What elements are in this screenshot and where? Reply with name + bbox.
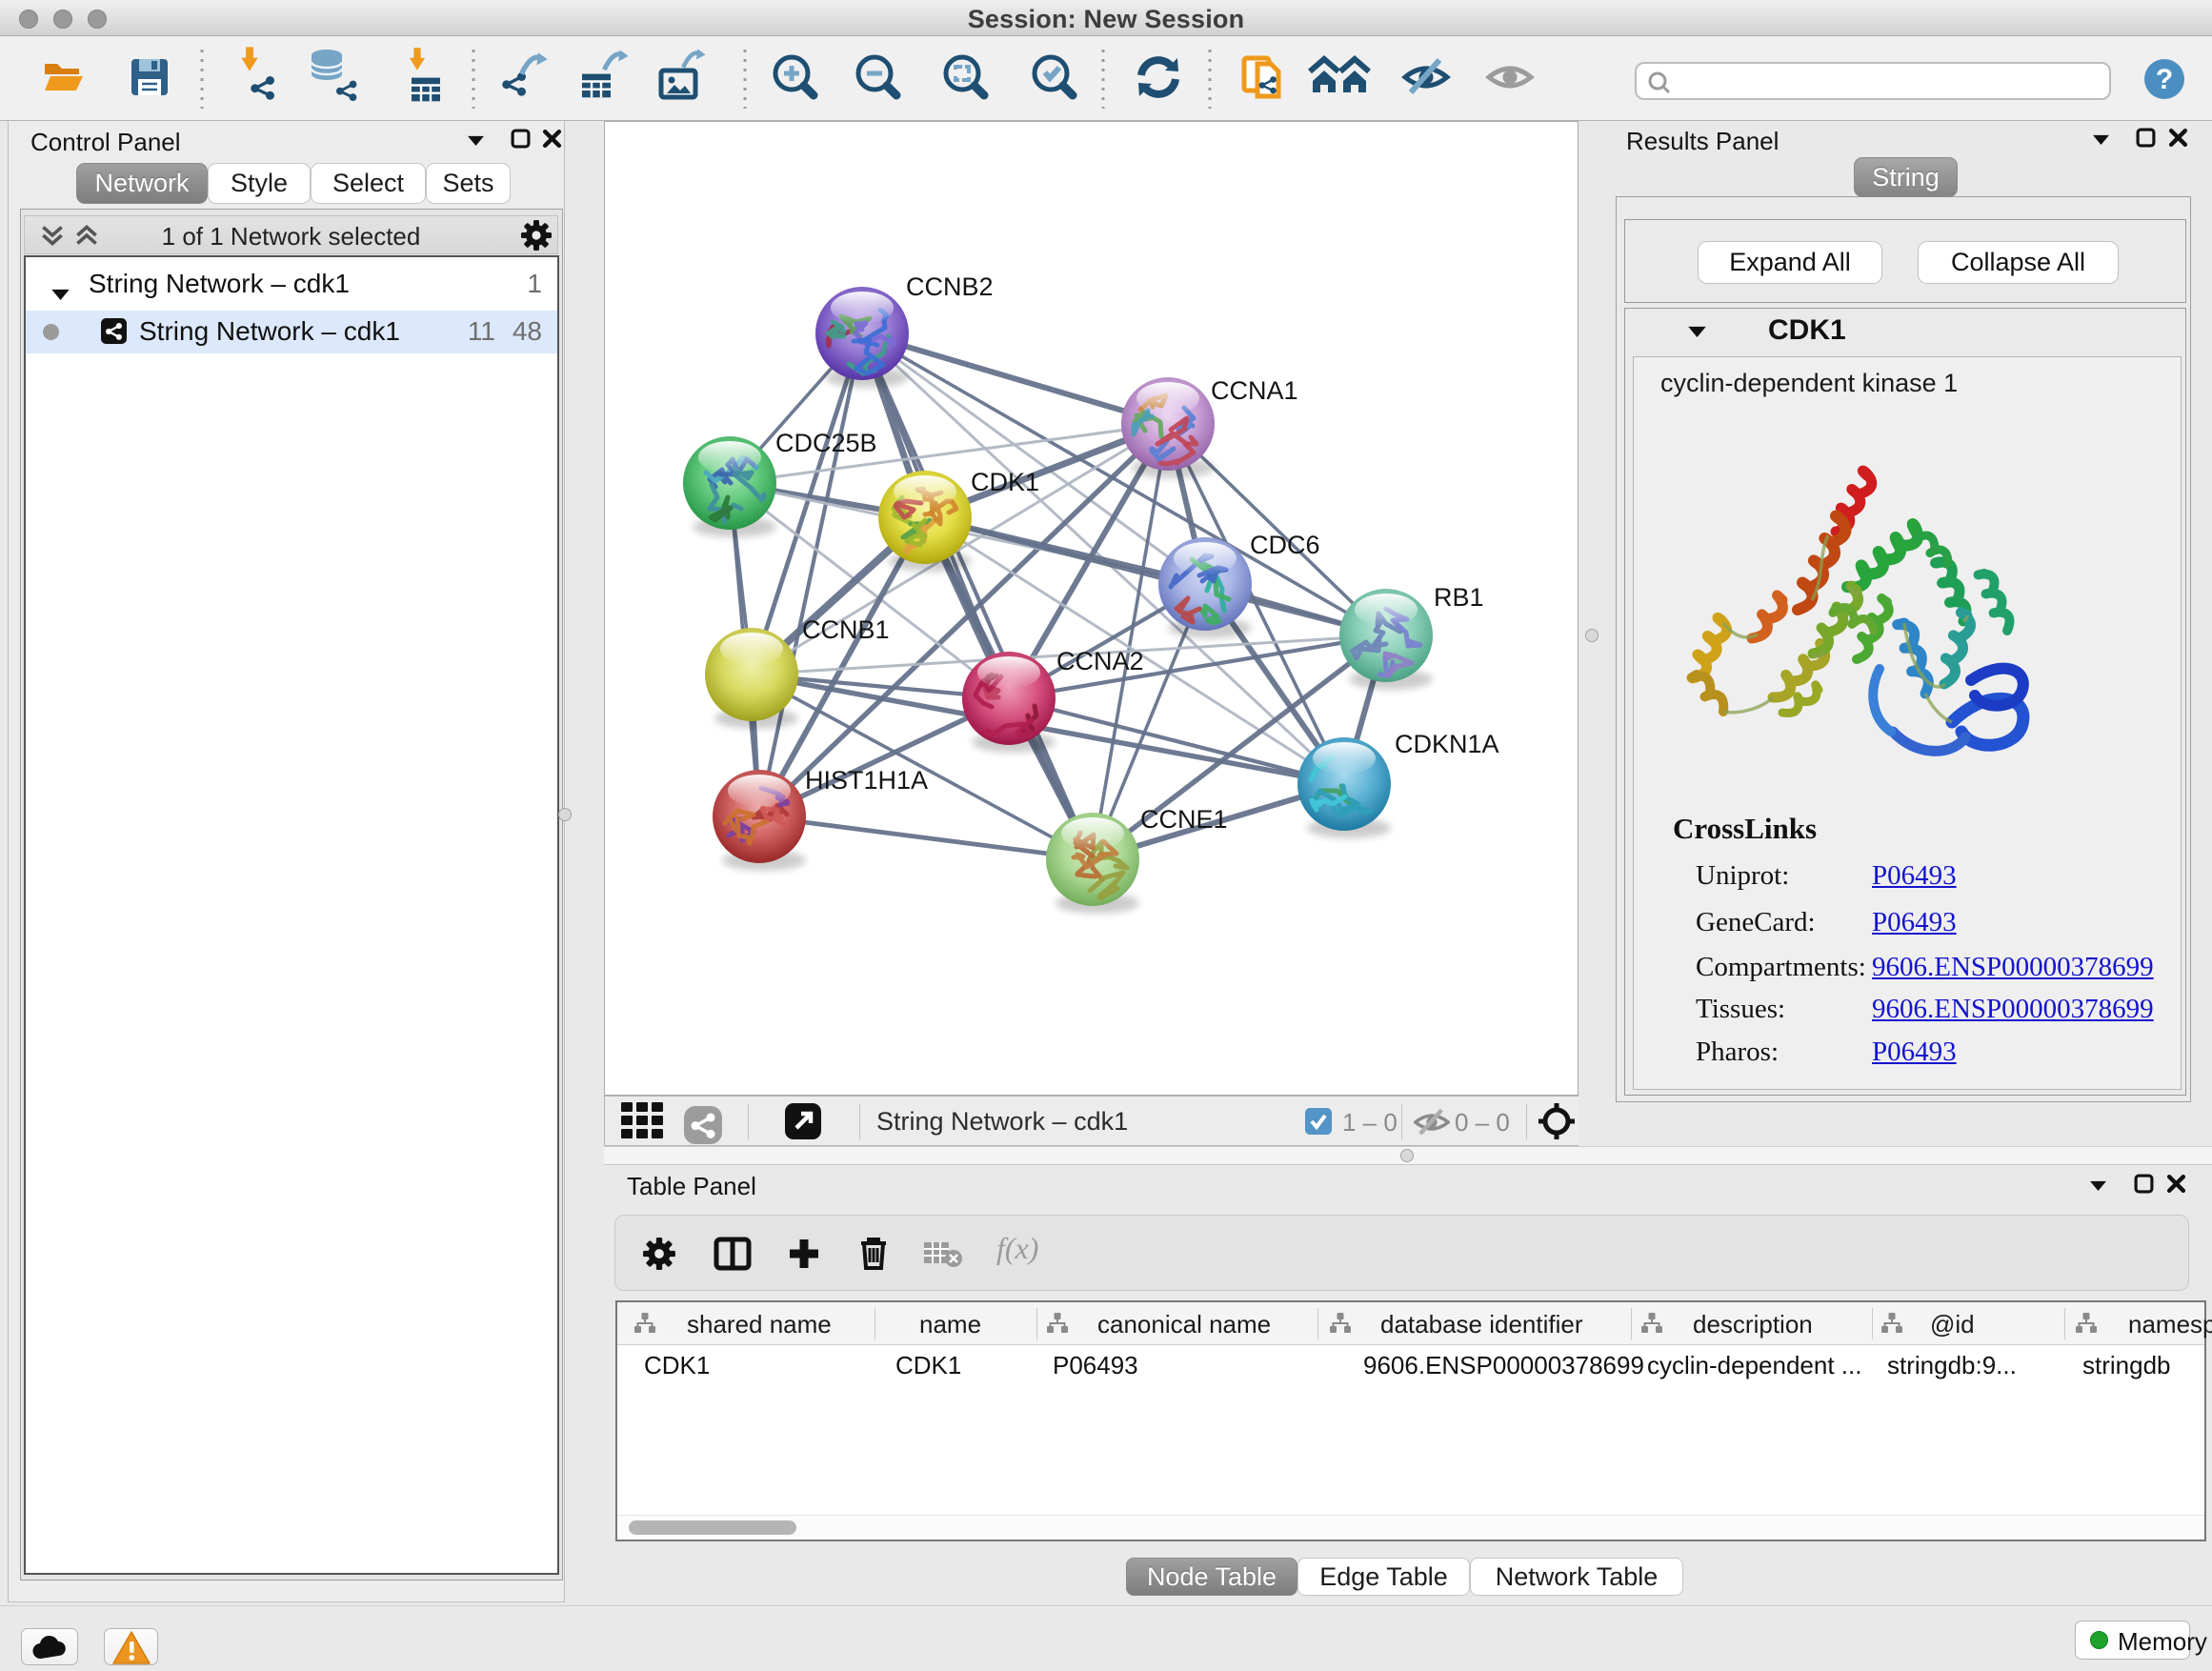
svg-text:?: ? xyxy=(2156,64,2173,95)
svg-text:CDK1: CDK1 xyxy=(971,468,1039,496)
svg-text:RB1: RB1 xyxy=(1434,583,1484,612)
svg-text:CCNA2: CCNA2 xyxy=(1056,647,1144,675)
svg-text:CCNA1: CCNA1 xyxy=(1211,376,1298,405)
svg-text:CDKN1A: CDKN1A xyxy=(1395,730,1499,758)
svg-text:CDC6: CDC6 xyxy=(1250,531,1320,559)
svg-text:CCNB2: CCNB2 xyxy=(906,272,994,301)
svg-text:CCNE1: CCNE1 xyxy=(1140,805,1228,834)
svg-text:CCNB1: CCNB1 xyxy=(802,615,890,644)
svg-text:CDC25B: CDC25B xyxy=(775,429,877,457)
svg-text:HIST1H1A: HIST1H1A xyxy=(805,766,928,795)
